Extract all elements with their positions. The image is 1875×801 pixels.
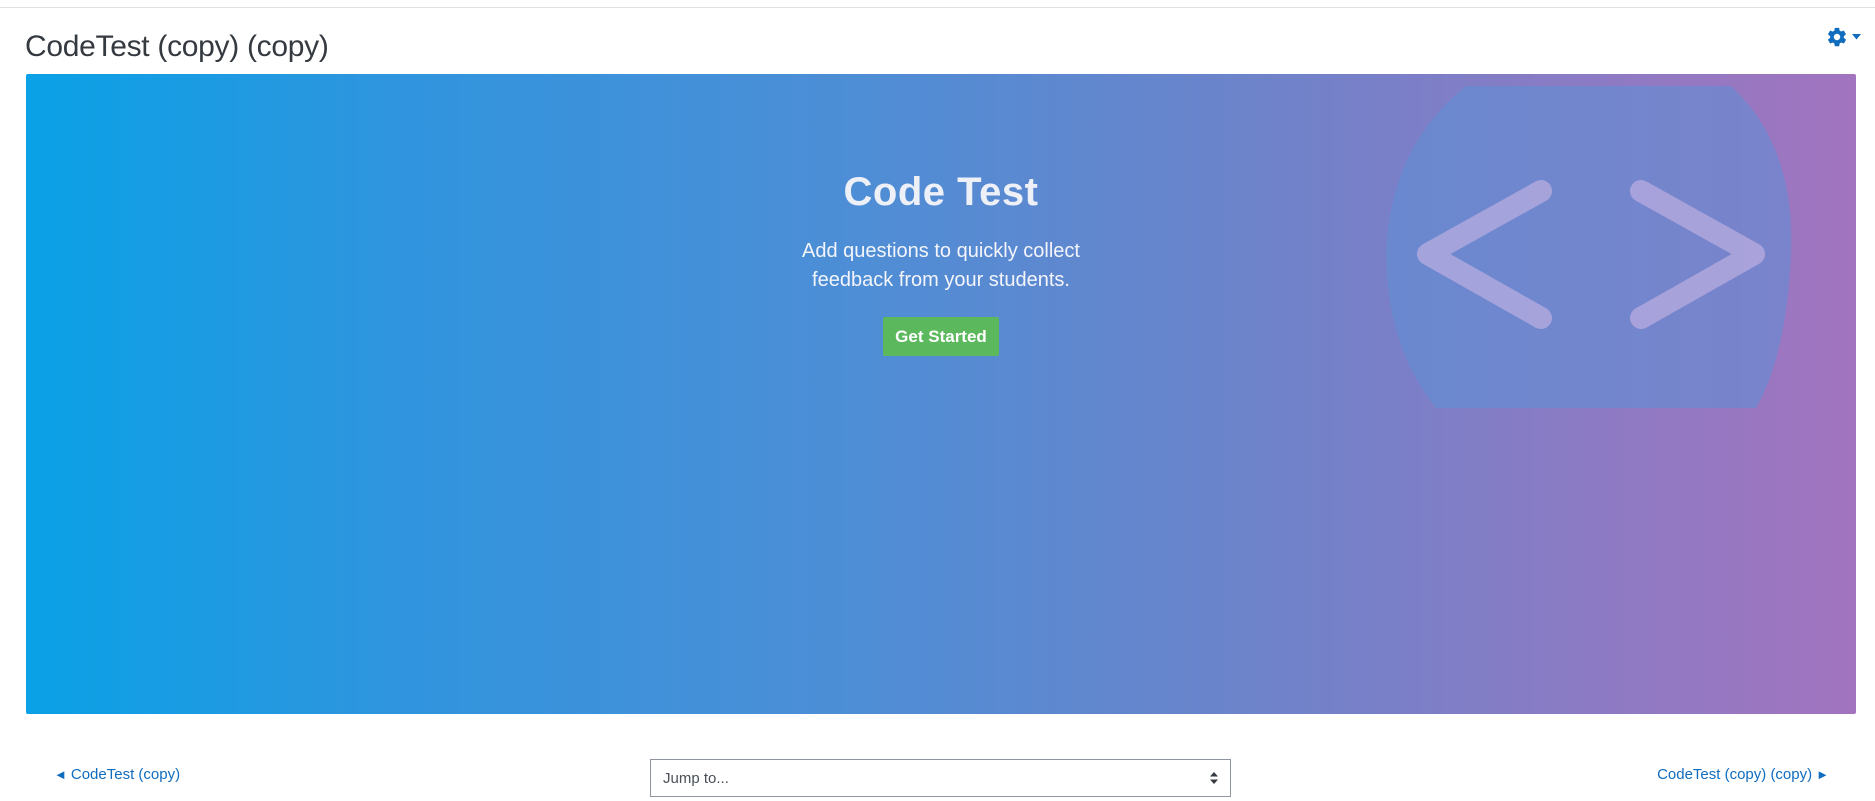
hero-content: Code Test Add questions to quickly colle… bbox=[26, 170, 1856, 356]
hero-banner: Code Test Add questions to quickly colle… bbox=[26, 74, 1856, 714]
previous-activity-label: CodeTest (copy) bbox=[70, 766, 181, 783]
caret-down-icon bbox=[1852, 34, 1861, 40]
jump-to-select[interactable]: Jump to... bbox=[650, 759, 1231, 797]
arrow-right-icon: ► bbox=[1816, 767, 1829, 782]
next-activity-link[interactable]: CodeTest (copy) (copy) ► bbox=[1657, 766, 1829, 783]
select-caret-icon bbox=[1210, 772, 1218, 784]
page: CodeTest (copy) (copy) Code Test Add que… bbox=[0, 7, 1875, 801]
arrow-left-icon: ◄ bbox=[54, 767, 67, 782]
get-started-button[interactable]: Get Started bbox=[883, 317, 999, 356]
hero-title: Code Test bbox=[843, 170, 1039, 214]
hero-subtitle: Add questions to quickly collect feedbac… bbox=[802, 240, 1080, 291]
page-title: CodeTest (copy) (copy) bbox=[25, 30, 329, 63]
next-activity-label: CodeTest (copy) (copy) bbox=[1657, 766, 1813, 783]
gear-icon bbox=[1826, 26, 1848, 48]
jump-to-value: Jump to... bbox=[663, 769, 729, 787]
previous-activity-link[interactable]: ◄ CodeTest (copy) bbox=[54, 766, 180, 783]
settings-menu-button[interactable] bbox=[1826, 26, 1861, 48]
